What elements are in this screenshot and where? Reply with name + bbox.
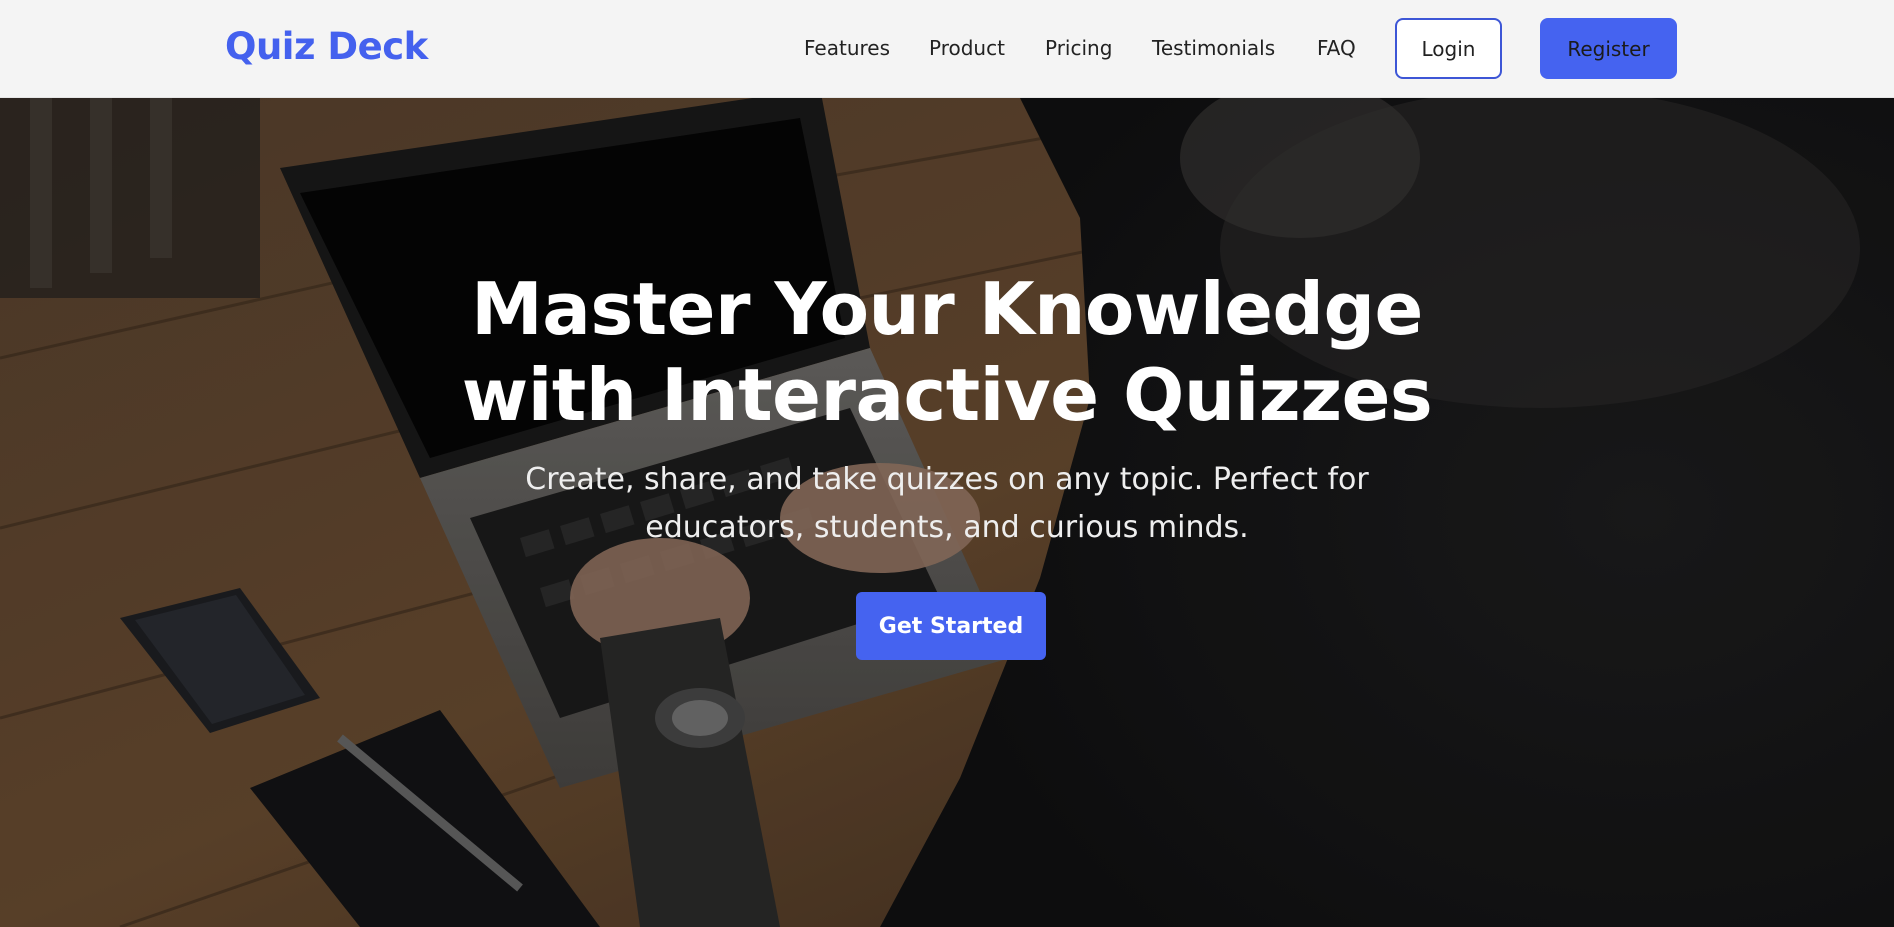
hero-subtitle-line2: educators, students, and curious minds. bbox=[645, 510, 1249, 545]
nav-link-pricing[interactable]: Pricing bbox=[1045, 33, 1112, 63]
nav-link-features[interactable]: Features bbox=[804, 33, 890, 63]
nav-link-testimonials[interactable]: Testimonials bbox=[1152, 33, 1275, 63]
hero-title: Master Your Knowledge with Interactive Q… bbox=[447, 266, 1447, 438]
get-started-button[interactable]: Get Started bbox=[856, 592, 1046, 660]
nav-link-product[interactable]: Product bbox=[929, 33, 1005, 63]
hero-content: Master Your Knowledge with Interactive Q… bbox=[0, 98, 1894, 927]
hero-title-line1: Master Your Knowledge bbox=[471, 267, 1423, 351]
hero-section: Master Your Knowledge with Interactive Q… bbox=[0, 98, 1894, 927]
brand-logo[interactable]: Quiz Deck bbox=[225, 22, 428, 72]
hero-subtitle: Create, share, and take quizzes on any t… bbox=[497, 456, 1397, 552]
login-button[interactable]: Login bbox=[1395, 18, 1502, 79]
hero-subtitle-line1: Create, share, and take quizzes on any t… bbox=[525, 462, 1369, 497]
nav-link-faq[interactable]: FAQ bbox=[1317, 33, 1356, 63]
hero-title-line2: with Interactive Quizzes bbox=[461, 353, 1433, 437]
register-button[interactable]: Register bbox=[1540, 18, 1677, 79]
top-navbar: Quiz Deck Features Product Pricing Testi… bbox=[0, 0, 1894, 98]
